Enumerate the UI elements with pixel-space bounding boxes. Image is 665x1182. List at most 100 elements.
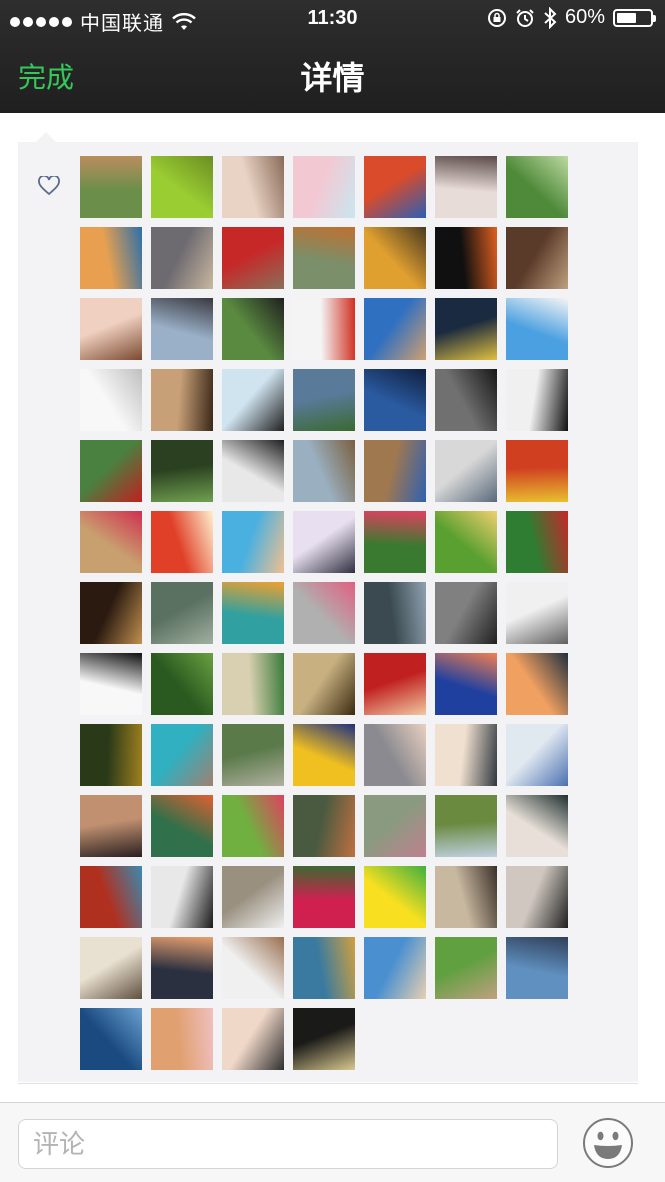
liker-avatar[interactable] (435, 156, 497, 218)
liker-avatar[interactable] (506, 653, 568, 715)
liker-avatar[interactable] (151, 440, 213, 502)
liker-avatar[interactable] (80, 937, 142, 999)
liker-avatar[interactable] (151, 511, 213, 573)
liker-avatar[interactable] (222, 156, 284, 218)
liker-avatar[interactable] (364, 369, 426, 431)
liker-avatar[interactable] (151, 369, 213, 431)
liker-avatar[interactable] (80, 653, 142, 715)
liker-avatar[interactable] (435, 440, 497, 502)
liker-avatar[interactable] (151, 653, 213, 715)
liker-avatar[interactable] (222, 1008, 284, 1070)
liker-avatar[interactable] (151, 582, 213, 644)
liker-avatar[interactable] (364, 156, 426, 218)
liker-avatar[interactable] (293, 653, 355, 715)
liker-avatar[interactable] (435, 724, 497, 786)
liker-avatar[interactable] (435, 937, 497, 999)
liker-avatar[interactable] (80, 582, 142, 644)
liker-avatar[interactable] (364, 582, 426, 644)
emoji-face-icon[interactable] (582, 1117, 634, 1169)
liker-avatar[interactable] (435, 795, 497, 857)
liker-avatar[interactable] (293, 298, 355, 360)
alarm-icon (516, 8, 534, 27)
liker-avatar[interactable] (293, 227, 355, 289)
liker-avatar[interactable] (435, 227, 497, 289)
liker-avatar[interactable] (364, 866, 426, 928)
comment-input[interactable]: 评论 (18, 1119, 558, 1169)
liker-avatar[interactable] (222, 653, 284, 715)
liker-avatar[interactable] (435, 582, 497, 644)
bluetooth-icon (544, 6, 557, 29)
liker-avatar[interactable] (506, 440, 568, 502)
liker-avatar[interactable] (506, 227, 568, 289)
liker-avatar-grid (80, 156, 568, 1070)
liker-avatar[interactable] (364, 511, 426, 573)
liker-avatar[interactable] (364, 440, 426, 502)
liker-avatar[interactable] (506, 937, 568, 999)
liker-avatar[interactable] (293, 937, 355, 999)
liker-avatar[interactable] (80, 156, 142, 218)
liker-avatar[interactable] (80, 227, 142, 289)
liker-avatar[interactable] (222, 511, 284, 573)
liker-avatar[interactable] (506, 298, 568, 360)
liker-avatar[interactable] (506, 369, 568, 431)
liker-avatar[interactable] (293, 795, 355, 857)
heart-icon (38, 176, 60, 196)
liker-avatar[interactable] (364, 724, 426, 786)
liker-avatar[interactable] (364, 298, 426, 360)
liker-avatar[interactable] (222, 227, 284, 289)
liker-avatar[interactable] (506, 156, 568, 218)
liker-avatar[interactable] (80, 298, 142, 360)
liker-avatar[interactable] (80, 866, 142, 928)
liker-avatar[interactable] (222, 724, 284, 786)
liker-avatar[interactable] (151, 937, 213, 999)
liker-avatar[interactable] (222, 582, 284, 644)
liker-avatar[interactable] (435, 298, 497, 360)
liker-avatar[interactable] (80, 724, 142, 786)
liker-avatar[interactable] (293, 156, 355, 218)
liker-avatar[interactable] (293, 582, 355, 644)
battery-icon (613, 8, 656, 27)
liker-avatar[interactable] (506, 582, 568, 644)
liker-avatar[interactable] (364, 937, 426, 999)
moments-detail-screen: 中国联通 11:30 60% 完成 详情 评论 (0, 0, 665, 1182)
liker-avatar[interactable] (151, 1008, 213, 1070)
liker-avatar[interactable] (293, 511, 355, 573)
liker-avatar[interactable] (293, 724, 355, 786)
liker-avatar[interactable] (364, 795, 426, 857)
panel-pointer (36, 132, 56, 142)
liker-avatar[interactable] (293, 1008, 355, 1070)
liker-avatar[interactable] (151, 227, 213, 289)
liker-avatar[interactable] (506, 511, 568, 573)
liker-avatar[interactable] (222, 440, 284, 502)
liker-avatar[interactable] (151, 795, 213, 857)
liker-avatar[interactable] (435, 369, 497, 431)
liker-avatar[interactable] (80, 1008, 142, 1070)
liker-avatar[interactable] (222, 298, 284, 360)
liker-avatar[interactable] (364, 653, 426, 715)
liker-avatar[interactable] (222, 795, 284, 857)
battery-percent: 60% (564, 6, 605, 28)
liker-avatar[interactable] (151, 866, 213, 928)
liker-avatar[interactable] (435, 511, 497, 573)
liker-avatar[interactable] (506, 724, 568, 786)
liker-avatar[interactable] (151, 156, 213, 218)
liker-avatar[interactable] (293, 440, 355, 502)
liker-avatar[interactable] (435, 866, 497, 928)
likes-panel (18, 142, 638, 1082)
liker-avatar[interactable] (80, 369, 142, 431)
liker-avatar[interactable] (293, 866, 355, 928)
liker-avatar[interactable] (364, 227, 426, 289)
liker-avatar[interactable] (222, 866, 284, 928)
liker-avatar[interactable] (80, 795, 142, 857)
liker-avatar[interactable] (293, 369, 355, 431)
liker-avatar[interactable] (80, 440, 142, 502)
liker-avatar[interactable] (222, 937, 284, 999)
liker-avatar[interactable] (151, 298, 213, 360)
liker-avatar[interactable] (151, 724, 213, 786)
liker-avatar[interactable] (222, 369, 284, 431)
liker-avatar[interactable] (506, 866, 568, 928)
divider (18, 1083, 638, 1084)
liker-avatar[interactable] (80, 511, 142, 573)
liker-avatar[interactable] (435, 653, 497, 715)
liker-avatar[interactable] (506, 795, 568, 857)
